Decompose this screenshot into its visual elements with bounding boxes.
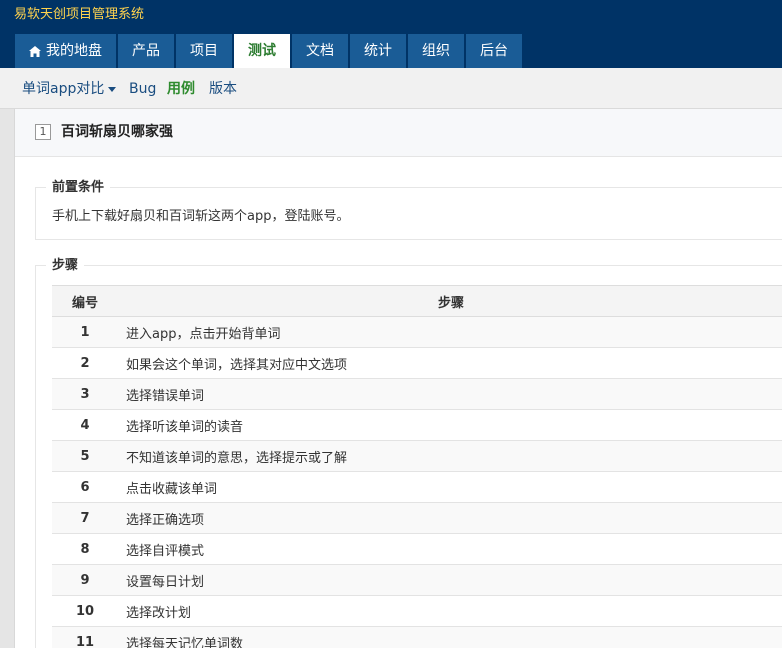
step-description: 不知道该单词的意思，选择提示或了解 [118,440,782,472]
tab-my-dashboard[interactable]: 我的地盘 [15,34,116,68]
tab-project[interactable]: 项目 [176,34,232,68]
case-panel: 1 百词斩扇贝哪家强 前置条件 手机上下载好扇贝和百词斩这两个app，登陆账号。… [14,109,782,648]
step-number: 3 [52,378,118,410]
case-id-badge: 1 [35,124,51,140]
table-row: 3 选择错误单词 [52,378,782,410]
precondition-text: 手机上下载好扇贝和百词斩这两个app，登陆账号。 [52,209,350,224]
tab-label: 后台 [480,43,508,59]
step-description: 如果会这个单词，选择其对应中文选项 [118,347,782,379]
tab-label: 项目 [190,43,218,59]
table-row: 8 选择自评模式 [52,533,782,565]
table-row: 1 进入app，点击开始背单词 [52,316,782,348]
tab-product[interactable]: 产品 [118,34,174,68]
home-icon [29,45,41,57]
step-number: 5 [52,440,118,472]
step-description: 选择改计划 [118,595,782,627]
step-description: 进入app，点击开始背单词 [118,316,782,348]
steps-section: 步骤 编号 步骤 1 进入app，点击开始背单词 2 如果会这个单词，选择其对应中文选… [35,258,782,648]
table-row: 9 设置每日计划 [52,564,782,596]
tab-admin[interactable]: 后台 [466,34,522,68]
step-number: 7 [52,502,118,534]
tab-label: 组织 [422,43,450,59]
tab-report[interactable]: 统计 [350,34,406,68]
step-number: 8 [52,533,118,565]
tab-label: 我的地盘 [46,43,102,59]
sub-nav: 单词app对比 Bug 用例 版本 [0,68,782,109]
step-description: 设置每日计划 [118,564,782,596]
table-row: 7 选择正确选项 [52,502,782,534]
top-header: 易软天创项目管理系统 我的地盘 产品 项目 测试 文档 统计 组织 后台 [0,0,782,68]
main-nav: 我的地盘 产品 项目 测试 文档 统计 组织 后台 [15,34,524,68]
step-description: 选择自评模式 [118,533,782,565]
tab-label: 文档 [306,43,334,59]
table-row: 11 选择每天记忆单词数 [52,626,782,648]
step-number: 11 [52,626,118,648]
step-description: 选择错误单词 [118,378,782,410]
step-description: 选择听该单词的读音 [118,409,782,441]
precondition-section: 前置条件 手机上下载好扇贝和百词斩这两个app，登陆账号。 [35,180,782,240]
tab-label: 产品 [132,43,160,59]
tab-test[interactable]: 测试 [234,34,290,68]
step-number: 1 [52,316,118,348]
product-switcher-label: 单词app对比 [22,81,105,97]
step-description: 选择每天记忆单词数 [118,626,782,648]
app-title: 易软天创项目管理系统 [14,7,145,22]
steps-header-row: 编号 步骤 [52,285,782,317]
step-description: 选择正确选项 [118,502,782,534]
subnav-bug[interactable]: Bug [129,80,156,98]
step-number: 4 [52,409,118,441]
steps-legend: 步骤 [46,258,85,274]
table-row: 4 选择听该单词的读音 [52,409,782,441]
step-number: 10 [52,595,118,627]
tab-doc[interactable]: 文档 [292,34,348,68]
table-row: 5 不知道该单词的意思，选择提示或了解 [52,440,782,472]
precondition-legend: 前置条件 [46,180,111,196]
table-row: 10 选择改计划 [52,595,782,627]
step-number: 6 [52,471,118,503]
case-header: 1 百词斩扇贝哪家强 [15,109,782,157]
table-row: 2 如果会这个单词，选择其对应中文选项 [52,347,782,379]
product-switcher[interactable]: 单词app对比 [22,80,117,98]
subnav-version[interactable]: 版本 [209,80,237,98]
table-row: 6 点击收藏该单词 [52,471,782,503]
step-number: 9 [52,564,118,596]
tab-label: 测试 [248,43,276,59]
subnav-case[interactable]: 用例 [167,80,195,98]
step-number: 2 [52,347,118,379]
header-step: 步骤 [118,285,782,317]
header-no: 编号 [52,285,118,317]
tab-company[interactable]: 组织 [408,34,464,68]
caret-down-icon [108,86,117,92]
tab-label: 统计 [364,43,392,59]
steps-table: 编号 步骤 1 进入app，点击开始背单词 2 如果会这个单词，选择其对应中文选项 3 选… [52,285,782,648]
steps-body: 1 进入app，点击开始背单词 2 如果会这个单词，选择其对应中文选项 3 选择错误单词 4… [52,316,782,648]
case-title: 百词斩扇贝哪家强 [61,124,173,140]
step-description: 点击收藏该单词 [118,471,782,503]
